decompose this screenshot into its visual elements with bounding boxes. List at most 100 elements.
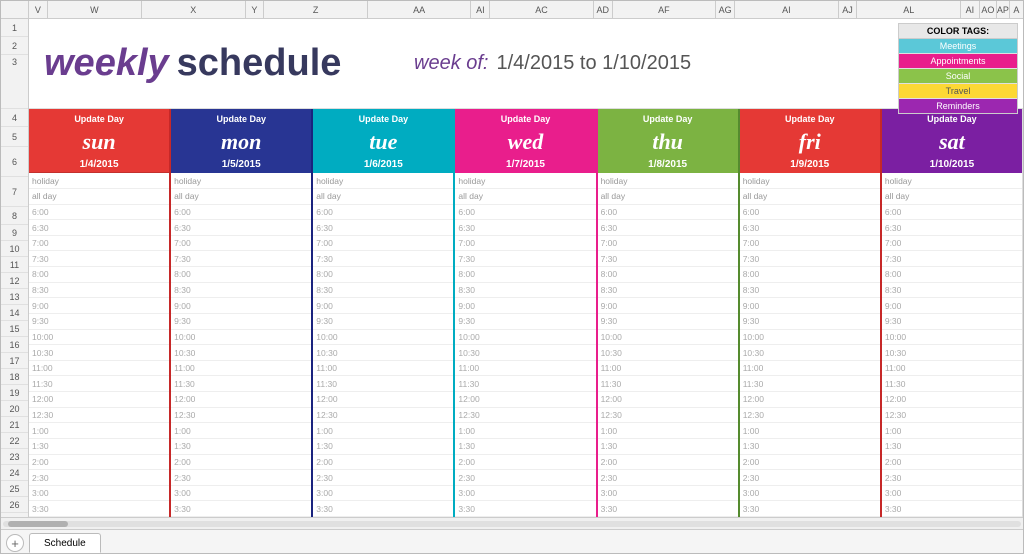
time-slot-200-sun[interactable]: 2:00 <box>29 455 169 471</box>
day-date-sat: 1/10/2015 <box>882 156 1022 174</box>
update-day-fri[interactable]: Update Day <box>740 109 880 129</box>
time-slot-130-sun[interactable]: 1:30 <box>29 439 169 455</box>
row-num-header <box>1 1 29 18</box>
col-header-ai3: AI <box>961 1 980 18</box>
time-1030-mon[interactable]: 10:30 <box>171 345 311 361</box>
time-630-mon[interactable]: 6:30 <box>171 220 311 236</box>
title-section: weekly schedule week of: 1/4/2015 to 1/1… <box>29 19 1023 109</box>
col-header-x: X <box>142 1 246 18</box>
color-tag-appointments: Appointments <box>899 54 1017 69</box>
row-num-17: 17 <box>1 353 28 369</box>
time-600-mon[interactable]: 6:00 <box>171 205 311 221</box>
time-700-mon[interactable]: 7:00 <box>171 236 311 252</box>
time-730-mon[interactable]: 7:30 <box>171 251 311 267</box>
row-num-3: 3 <box>1 55 28 109</box>
week-of-section: week of: 1/4/2015 to 1/10/2015 <box>414 52 691 75</box>
row-num-10: 10 <box>1 241 28 257</box>
time-slot-1000-sun[interactable]: 10:00 <box>29 330 169 346</box>
time-slot-700-sun[interactable]: 7:00 <box>29 236 169 252</box>
time-900-mon[interactable]: 9:00 <box>171 298 311 314</box>
time-slot-holiday-sun[interactable]: holiday <box>29 173 169 189</box>
time-slot-1230-sun[interactable]: 12:30 <box>29 408 169 424</box>
time-1000-mon[interactable]: 10:00 <box>171 330 311 346</box>
row-num-19: 19 <box>1 385 28 401</box>
row-num-6: 6 <box>1 147 28 177</box>
time-slot-930-sun[interactable]: 9:30 <box>29 314 169 330</box>
day-name-thu: thu <box>598 129 738 156</box>
update-day-sun[interactable]: Update Day <box>29 109 169 129</box>
days-section: Update Day sun 1/4/2015 holiday all day … <box>29 109 1023 517</box>
time-slot-100-sun[interactable]: 1:00 <box>29 423 169 439</box>
row-num-25: 25 <box>1 481 28 497</box>
update-day-tue[interactable]: Update Day <box>313 109 453 129</box>
time-slot-1200-sun[interactable]: 12:00 <box>29 392 169 408</box>
time-230-mon[interactable]: 2:30 <box>171 470 311 486</box>
title-weekly: weekly <box>44 42 169 85</box>
day-column-tue: Update Day tue 1/6/2015 holiday all day … <box>313 109 455 517</box>
day-column-fri: Update Day fri 1/9/2015 holiday all day … <box>740 109 882 517</box>
color-tag-social: Social <box>899 69 1017 84</box>
col-header-row: V W X Y Z AA AI AC AD AF AG AI AJ AL AI … <box>1 1 1023 19</box>
time-130-mon[interactable]: 1:30 <box>171 439 311 455</box>
time-slot-330-sun[interactable]: 3:30 <box>29 501 169 517</box>
row-num-16: 16 <box>1 337 28 353</box>
time-830-mon[interactable]: 8:30 <box>171 283 311 299</box>
weekly-title: weekly schedule <box>44 42 341 85</box>
time-slot-300-sun[interactable]: 3:00 <box>29 486 169 502</box>
update-day-thu[interactable]: Update Day <box>598 109 738 129</box>
h-scrollbar[interactable] <box>1 517 1023 529</box>
time-slot-allday-mon[interactable]: all day <box>171 189 311 205</box>
day-name-sun: sun <box>29 129 169 156</box>
row-num-4: 4 <box>1 109 28 127</box>
time-930-mon[interactable]: 9:30 <box>171 314 311 330</box>
row-num-8: 8 <box>1 207 28 225</box>
col-header-af: AF <box>613 1 717 18</box>
time-slot-1130-sun[interactable]: 11:30 <box>29 376 169 392</box>
time-slot-730-sun[interactable]: 7:30 <box>29 251 169 267</box>
time-slot-600-sun[interactable]: 6:00 <box>29 205 169 221</box>
time-slot-allday-sun[interactable]: all day <box>29 189 169 205</box>
col-header-aj: AJ <box>839 1 858 18</box>
time-slot-holiday-mon[interactable]: holiday <box>171 173 311 189</box>
col-header-ai2: AI <box>735 1 839 18</box>
time-slot-800-sun[interactable]: 8:00 <box>29 267 169 283</box>
col-header-ao: AO <box>980 1 997 18</box>
time-1200-mon[interactable]: 12:00 <box>171 392 311 408</box>
week-of-dates: 1/4/2015 to 1/10/2015 <box>496 52 691 75</box>
day-name-sat: sat <box>882 129 1022 156</box>
tab-add-button[interactable]: + <box>6 534 24 552</box>
row-num-14: 14 <box>1 305 28 321</box>
col-header-ai1: AI <box>471 1 490 18</box>
time-100-mon[interactable]: 1:00 <box>171 423 311 439</box>
time-300-mon[interactable]: 3:00 <box>171 486 311 502</box>
time-slot-630-sun[interactable]: 6:30 <box>29 220 169 236</box>
row-num-21: 21 <box>1 417 28 433</box>
day-name-wed: wed <box>455 129 595 156</box>
time-200-mon[interactable]: 2:00 <box>171 455 311 471</box>
row-num-15: 15 <box>1 321 28 337</box>
time-1100-mon[interactable]: 11:00 <box>171 361 311 377</box>
time-1130-mon[interactable]: 11:30 <box>171 376 311 392</box>
day-date-wed: 1/7/2015 <box>455 156 595 174</box>
row-num-26: 26 <box>1 497 28 513</box>
col-header-ad: AD <box>594 1 613 18</box>
time-slot-830-sun[interactable]: 8:30 <box>29 283 169 299</box>
row-num-7: 7 <box>1 177 28 207</box>
day-date-thu: 1/8/2015 <box>598 156 738 174</box>
time-slot-1100-sun[interactable]: 11:00 <box>29 361 169 377</box>
time-1230-mon[interactable]: 12:30 <box>171 408 311 424</box>
time-slot-230-sun[interactable]: 2:30 <box>29 470 169 486</box>
update-day-wed[interactable]: Update Day <box>455 109 595 129</box>
day-column-sat: Update Day sat 1/10/2015 holiday all day… <box>882 109 1023 517</box>
time-slot-900-sun[interactable]: 9:00 <box>29 298 169 314</box>
tab-schedule[interactable]: Schedule <box>29 533 101 553</box>
day-date-sun: 1/4/2015 <box>29 156 169 174</box>
time-330-mon[interactable]: 3:30 <box>171 501 311 517</box>
col-header-w: W <box>48 1 142 18</box>
row-num-22: 22 <box>1 433 28 449</box>
row-num-13: 13 <box>1 289 28 305</box>
row-num-24: 24 <box>1 465 28 481</box>
update-day-mon[interactable]: Update Day <box>171 109 311 129</box>
time-800-mon[interactable]: 8:00 <box>171 267 311 283</box>
time-slot-1030-sun[interactable]: 10:30 <box>29 345 169 361</box>
